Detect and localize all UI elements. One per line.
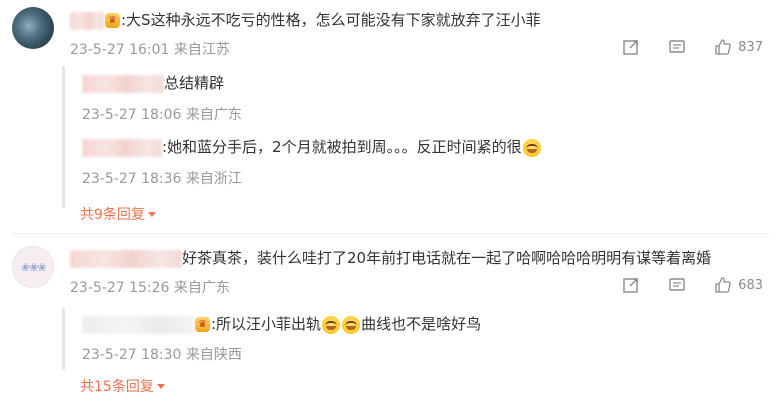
reply-text: 曲线也不是啥好鸟 xyxy=(361,315,482,333)
reply-text: 总结精辟 xyxy=(164,74,225,92)
reply-location: 来自广东 xyxy=(185,107,242,123)
thumbs-up-icon[interactable] xyxy=(714,276,732,294)
caret-down-icon xyxy=(156,383,165,389)
username-blurred[interactable] xyxy=(82,138,162,157)
reply-content: 总结精辟 xyxy=(82,72,224,94)
avatar[interactable]: ❀❀❀ xyxy=(12,246,54,288)
reply-meta: 23-5-27 18:36 来自浙江 xyxy=(82,168,242,188)
share-icon[interactable] xyxy=(622,38,640,56)
comment-actions: 837 xyxy=(622,38,763,56)
thumbs-up-icon[interactable] xyxy=(714,38,732,56)
username-blurred[interactable] xyxy=(70,249,182,268)
reply-meta: 23-5-27 18:06 来自广东 xyxy=(82,104,242,124)
like-count: 837 xyxy=(738,39,763,55)
comment-actions: 683 xyxy=(622,276,763,294)
reply-list: ♛:所以汪小菲出轨 曲线也不是啥好鸟 23-5-27 18:30 来自陕西 xyxy=(62,308,768,370)
laughing-emoji-icon xyxy=(342,315,361,334)
reply-list: 总结精辟 23-5-27 18:06 来自广东 :她和蓝分手后，2个月就被拍到周… xyxy=(62,66,768,208)
share-icon[interactable] xyxy=(622,276,640,294)
comment-time: 23-5-27 15:26 xyxy=(70,280,170,296)
username-blurred[interactable] xyxy=(82,74,164,93)
comment-content: 好茶真茶，装什么哇打了20年前打电话就在一起了哈啊哈哈哈明明有谋等着离婚 xyxy=(70,247,711,269)
avatar-graphic: ❀❀❀ xyxy=(21,261,47,274)
more-replies-label: 共15条回复 xyxy=(80,379,154,395)
reply-text: :她和蓝分手后，2个月就被拍到周。。。反正时间紧的很 xyxy=(162,138,522,156)
like-count: 683 xyxy=(738,277,763,293)
comment-meta: 23-5-27 15:26 来自广东 xyxy=(70,277,230,297)
comment-text: :大S这种永远不吃亏的性格，怎么可能没有下家就放弃了汪小菲 xyxy=(121,11,541,29)
view-more-replies-link[interactable]: 共9条回复 xyxy=(80,204,156,224)
reply-location: 来自浙江 xyxy=(185,171,242,187)
reply-location: 来自陕西 xyxy=(185,347,242,363)
reply-time: 23-5-27 18:06 xyxy=(82,107,182,123)
more-replies-label: 共9条回复 xyxy=(80,207,145,223)
reply-content: :她和蓝分手后，2个月就被拍到周。。。反正时间紧的很 xyxy=(82,136,542,158)
comment-icon[interactable] xyxy=(668,38,686,56)
view-more-replies-link[interactable]: 共15条回复 xyxy=(80,376,165,396)
comment-location: 来自江苏 xyxy=(173,42,230,58)
avatar[interactable] xyxy=(12,7,54,49)
reply-content: ♛:所以汪小菲出轨 曲线也不是啥好鸟 xyxy=(82,313,481,335)
reply-time: 23-5-27 18:30 xyxy=(82,347,182,363)
reply-meta: 23-5-27 18:30 来自陕西 xyxy=(82,344,242,364)
comment-icon[interactable] xyxy=(668,276,686,294)
laughing-emoji-icon xyxy=(322,315,341,334)
comment-item: ❀❀❀ 好茶真茶，装什么哇打了20年前打电话就在一起了哈啊哈哈哈明明有谋等着离婚… xyxy=(0,238,781,414)
comment-text: 好茶真茶，装什么哇打了20年前打电话就在一起了哈啊哈哈哈明明有谋等着离婚 xyxy=(182,249,712,267)
comment-content: ♛:大S这种永远不吃亏的性格，怎么可能没有下家就放弃了汪小菲 xyxy=(70,9,541,31)
reply-time: 23-5-27 18:36 xyxy=(82,171,182,187)
member-badge-icon: ♛ xyxy=(195,317,210,332)
caret-down-icon xyxy=(147,211,156,217)
comment-item: ♛:大S这种永远不吃亏的性格，怎么可能没有下家就放弃了汪小菲 23-5-27 1… xyxy=(0,0,781,223)
comment-time: 23-5-27 16:01 xyxy=(70,42,170,58)
username-blurred[interactable] xyxy=(70,11,104,30)
username-blurred[interactable] xyxy=(82,315,194,334)
divider xyxy=(12,233,769,234)
comment-meta: 23-5-27 16:01 来自江苏 xyxy=(70,39,230,59)
laughing-emoji-icon xyxy=(522,138,541,157)
member-badge-icon: ♛ xyxy=(105,13,120,28)
comment-location: 来自广东 xyxy=(173,280,230,296)
reply-text: :所以汪小菲出轨 xyxy=(211,315,322,333)
